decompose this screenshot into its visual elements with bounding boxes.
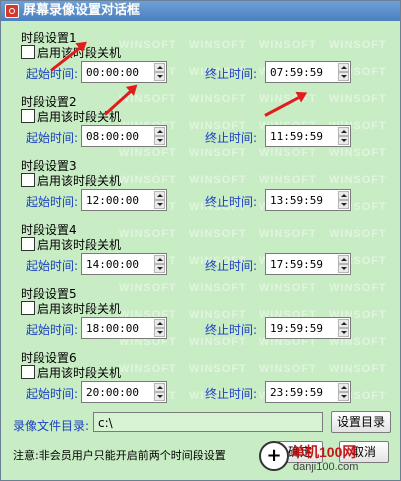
spin-up-icon[interactable] <box>154 127 165 136</box>
spin-up-icon[interactable] <box>338 255 349 264</box>
start-time-label: 起始时间: <box>26 323 79 337</box>
start-time-field[interactable]: 08:00:00 <box>81 125 167 147</box>
spin-up-icon[interactable] <box>338 63 349 72</box>
start-time-value: 08:00:00 <box>86 130 139 143</box>
end-time-label: 终止时间: <box>205 131 258 145</box>
start-time-field[interactable]: 20:00:00 <box>81 381 167 403</box>
start-time-field[interactable]: 14:00:00 <box>81 253 167 275</box>
start-time-value: 18:00:00 <box>86 322 139 335</box>
site-logo-icon: + <box>259 441 289 471</box>
set-directory-button[interactable]: 设置目录 <box>331 411 391 433</box>
start-time-field[interactable]: 18:00:00 <box>81 317 167 339</box>
end-time-field[interactable]: 13:59:59 <box>265 189 351 211</box>
end-time-field[interactable]: 07:59:59 <box>265 61 351 83</box>
start-time-value: 12:00:00 <box>86 194 139 207</box>
spin-up-icon[interactable] <box>154 319 165 328</box>
spin-up-icon[interactable] <box>154 191 165 200</box>
end-time-field[interactable]: 19:59:59 <box>265 317 351 339</box>
checkbox-box[interactable] <box>21 365 35 379</box>
time-spinner[interactable] <box>154 191 165 209</box>
spin-down-icon[interactable] <box>154 264 165 273</box>
time-spinner[interactable] <box>154 319 165 337</box>
time-period-5: 时段设置5 启用该时段关机 起始时间: 18:00:00 终止时间: 19:59:59 <box>1 285 400 349</box>
start-time-field[interactable]: 12:00:00 <box>81 189 167 211</box>
site-logo-url: danji100.com <box>293 461 359 473</box>
title-bar[interactable]: 屏幕录像设置对话框 <box>1 1 400 21</box>
start-time-label: 起始时间: <box>26 195 79 209</box>
checkbox-box[interactable] <box>21 301 35 315</box>
start-time-value: 00:00:00 <box>86 66 139 79</box>
member-note: 注意:非会员用户只能开启前两个时间段设置 <box>13 449 226 462</box>
spin-up-icon[interactable] <box>338 383 349 392</box>
end-time-value: 23:59:59 <box>270 386 323 399</box>
end-time-field[interactable]: 11:59:59 <box>265 125 351 147</box>
start-time-field[interactable]: 00:00:00 <box>81 61 167 83</box>
app-icon <box>5 4 19 18</box>
end-time-value: 11:59:59 <box>270 130 323 143</box>
start-time-value: 14:00:00 <box>86 258 139 271</box>
end-time-value: 17:59:59 <box>270 258 323 271</box>
checkbox-label: 启用该时段关机 <box>37 366 122 380</box>
end-time-value: 07:59:59 <box>270 66 323 79</box>
end-time-label: 终止时间: <box>205 387 258 401</box>
time-spinner[interactable] <box>154 383 165 401</box>
end-time-label: 终止时间: <box>205 259 258 273</box>
spin-down-icon[interactable] <box>338 136 349 145</box>
checkbox-label: 启用该时段关机 <box>37 174 122 188</box>
dialog-window: 屏幕录像设置对话框 WINSOFT WINSOFT WINSOFT WINSOFT WI… <box>0 0 401 481</box>
checkbox-box[interactable] <box>21 237 35 251</box>
record-dir-label: 录像文件目录: <box>13 419 90 433</box>
time-spinner[interactable] <box>338 383 349 401</box>
time-period-4: 时段设置4 启用该时段关机 起始时间: 14:00:00 终止时间: 17:59:59 <box>1 221 400 285</box>
window-title: 屏幕录像设置对话框 <box>23 3 141 18</box>
checkbox-box[interactable] <box>21 45 35 59</box>
start-time-label: 起始时间: <box>26 259 79 273</box>
spin-down-icon[interactable] <box>154 328 165 337</box>
time-spinner[interactable] <box>338 63 349 81</box>
end-time-label: 终止时间: <box>205 323 258 337</box>
end-time-label: 终止时间: <box>205 67 258 81</box>
time-spinner[interactable] <box>154 63 165 81</box>
spin-up-icon[interactable] <box>154 63 165 72</box>
end-time-field[interactable]: 23:59:59 <box>265 381 351 403</box>
end-time-value: 19:59:59 <box>270 322 323 335</box>
time-spinner[interactable] <box>154 127 165 145</box>
start-time-label: 起始时间: <box>26 387 79 401</box>
spin-up-icon[interactable] <box>154 383 165 392</box>
spin-down-icon[interactable] <box>338 264 349 273</box>
spin-down-icon[interactable] <box>338 392 349 401</box>
spin-up-icon[interactable] <box>338 191 349 200</box>
record-dir-input[interactable]: c:\ <box>93 412 323 432</box>
time-spinner[interactable] <box>154 255 165 273</box>
time-spinner[interactable] <box>338 255 349 273</box>
record-dir-value: c:\ <box>98 416 113 430</box>
time-period-2: 时段设置2 启用该时段关机 起始时间: 08:00:00 终止时间: 11:59:59 <box>1 93 400 157</box>
site-logo-text: 单机100网 <box>291 444 357 460</box>
time-spinner[interactable] <box>338 127 349 145</box>
checkbox-box[interactable] <box>21 173 35 187</box>
time-period-6: 时段设置6 启用该时段关机 起始时间: 20:00:00 终止时间: 23:59:59 <box>1 349 400 413</box>
spin-down-icon[interactable] <box>338 328 349 337</box>
time-spinner[interactable] <box>338 319 349 337</box>
spin-up-icon[interactable] <box>154 255 165 264</box>
checkbox-box[interactable] <box>21 109 35 123</box>
spin-down-icon[interactable] <box>338 72 349 81</box>
checkbox-label: 启用该时段关机 <box>37 302 122 316</box>
checkbox-label: 启用该时段关机 <box>37 238 122 252</box>
spin-down-icon[interactable] <box>154 72 165 81</box>
end-time-label: 终止时间: <box>205 195 258 209</box>
spin-down-icon[interactable] <box>154 136 165 145</box>
start-time-value: 20:00:00 <box>86 386 139 399</box>
spin-down-icon[interactable] <box>154 200 165 209</box>
time-period-3: 时段设置3 启用该时段关机 起始时间: 12:00:00 终止时间: 13:59:59 <box>1 157 400 221</box>
time-spinner[interactable] <box>338 191 349 209</box>
end-time-value: 13:59:59 <box>270 194 323 207</box>
spin-down-icon[interactable] <box>154 392 165 401</box>
spin-up-icon[interactable] <box>338 127 349 136</box>
end-time-field[interactable]: 17:59:59 <box>265 253 351 275</box>
start-time-label: 起始时间: <box>26 131 79 145</box>
spin-down-icon[interactable] <box>338 200 349 209</box>
spin-up-icon[interactable] <box>338 319 349 328</box>
